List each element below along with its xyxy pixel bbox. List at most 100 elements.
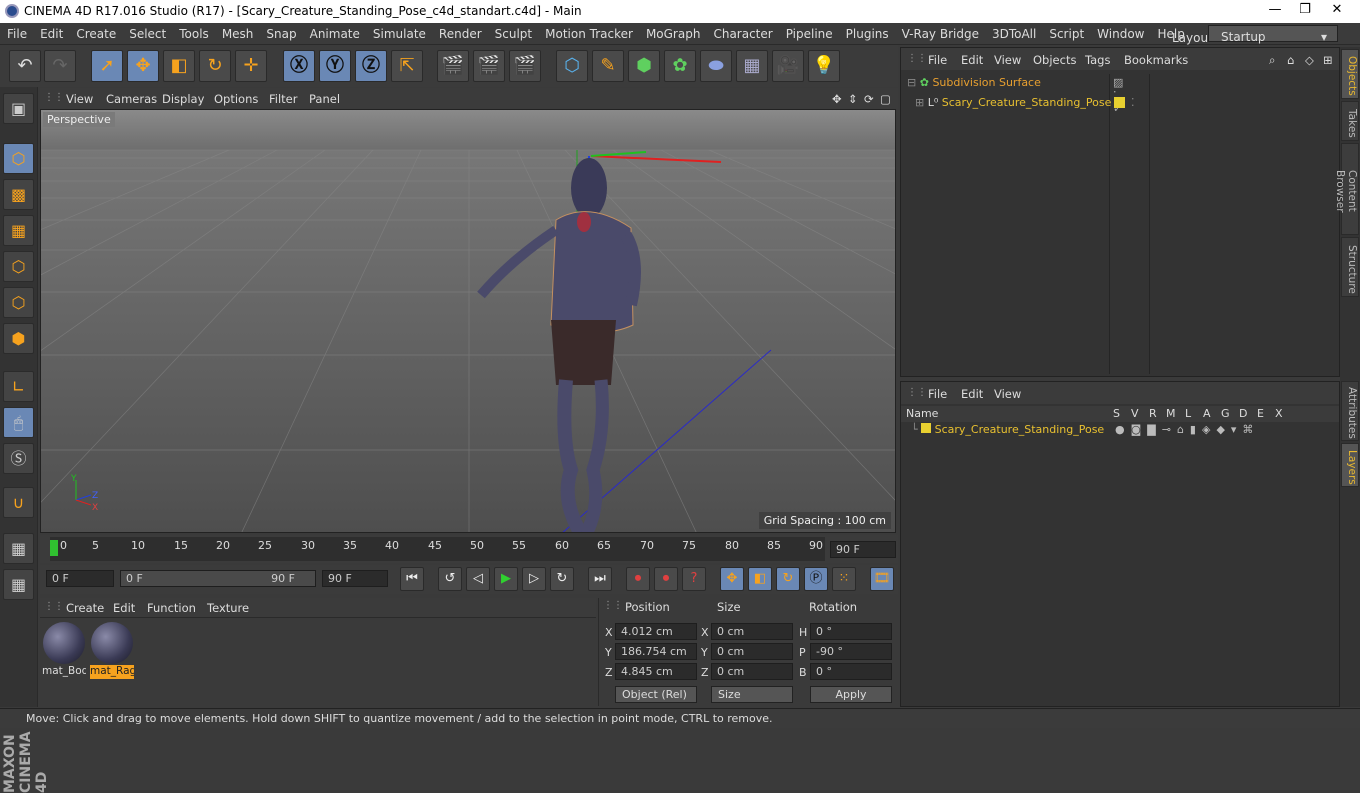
apply-button[interactable]: Apply bbox=[810, 686, 892, 703]
size-y-field[interactable]: 0 cm bbox=[711, 643, 793, 660]
play-icon[interactable]: ▶ bbox=[494, 567, 518, 591]
next-key-icon[interactable]: ↻ bbox=[550, 567, 574, 591]
visibility-dots[interactable]: ⁚ bbox=[1131, 96, 1135, 109]
key-rotation-icon[interactable]: ↻ bbox=[776, 567, 800, 591]
light-icon[interactable]: 💡 bbox=[808, 50, 840, 82]
menu-tools[interactable]: Tools bbox=[172, 23, 215, 41]
next-frame-icon[interactable]: ▷ bbox=[522, 567, 546, 591]
timeline-window-icon[interactable]: 🎞 bbox=[870, 567, 894, 591]
x-axis-icon[interactable]: Ⓧ bbox=[283, 50, 315, 82]
search-icon[interactable]: ⌕ bbox=[1269, 53, 1275, 68]
object-menu-view[interactable]: View bbox=[994, 53, 1021, 67]
pen-icon[interactable]: ✎ bbox=[592, 50, 624, 82]
coordinate-system-icon[interactable]: ⇱ bbox=[391, 50, 423, 82]
material-menu-edit[interactable]: Edit bbox=[113, 601, 135, 615]
expand-icon[interactable]: ⊞ bbox=[915, 96, 924, 109]
viewport-toggle-icon[interactable]: ▢ bbox=[880, 92, 891, 106]
filter-icon[interactable]: ◇ bbox=[1305, 53, 1314, 67]
tab-takes[interactable]: Takes bbox=[1341, 101, 1359, 141]
workplane-icon[interactable]: ▦ bbox=[3, 215, 34, 246]
edges-mode-icon[interactable]: ⬡ bbox=[3, 287, 34, 318]
y-axis-icon[interactable]: Ⓨ bbox=[319, 50, 351, 82]
subdivision-icon[interactable]: ⬢ bbox=[628, 50, 660, 82]
floor-icon[interactable]: ▦ bbox=[736, 50, 768, 82]
timeline-ruler[interactable]: 0 5 10 15 20 25 30 35 40 45 50 55 60 65 … bbox=[50, 537, 825, 561]
viewport-menu-panel[interactable]: Panel bbox=[309, 92, 340, 106]
menu-vray-bridge[interactable]: V-Ray Bridge bbox=[895, 23, 985, 41]
material-item[interactable]: mat_Bod bbox=[42, 621, 86, 677]
menu-file[interactable]: File bbox=[0, 23, 33, 41]
key-parameter-icon[interactable]: Ⓟ bbox=[804, 567, 828, 591]
tab-objects[interactable]: Objects bbox=[1341, 49, 1359, 99]
viewport-menu-cameras[interactable]: Cameras bbox=[106, 92, 157, 106]
material-item[interactable]: mat_Rag bbox=[90, 621, 134, 679]
rotation-b-field[interactable]: 0 ° bbox=[810, 663, 892, 680]
visibility-toggle[interactable]: ▨ ⁚✓ bbox=[1113, 76, 1123, 115]
snap-icon[interactable]: Ⓢ bbox=[3, 443, 34, 474]
record-icon[interactable]: ⏺ bbox=[626, 567, 650, 591]
material-menu-create[interactable]: Create bbox=[66, 601, 104, 615]
start-frame-field[interactable]: 0 F bbox=[46, 570, 114, 587]
viewport-rotate-icon[interactable]: ⟳ bbox=[864, 92, 874, 106]
layer-menu-view[interactable]: View bbox=[994, 387, 1021, 401]
perspective-viewport[interactable]: Y Z X Perspective Grid Spacing : 100 cm bbox=[40, 109, 896, 533]
prev-key-icon[interactable]: ↺ bbox=[438, 567, 462, 591]
go-to-start-icon[interactable]: ⏮ bbox=[400, 567, 424, 591]
recent-tool-icon[interactable]: ✛ bbox=[235, 50, 267, 82]
menu-mograph[interactable]: MoGraph bbox=[639, 23, 707, 41]
viewport-menu-view[interactable]: View bbox=[66, 92, 93, 106]
menu-edit[interactable]: Edit bbox=[33, 23, 69, 41]
deformer-icon[interactable]: ⬬ bbox=[700, 50, 732, 82]
camera-icon[interactable]: 🎥 bbox=[772, 50, 804, 82]
playhead[interactable] bbox=[50, 540, 58, 556]
object-menu-tags[interactable]: Tags bbox=[1085, 53, 1110, 67]
autokey-icon[interactable]: ⏺ bbox=[654, 567, 678, 591]
menu-select[interactable]: Select bbox=[122, 23, 172, 41]
rotation-p-field[interactable]: -90 ° bbox=[810, 643, 892, 660]
menu-snap[interactable]: Snap bbox=[259, 23, 302, 41]
scale-icon[interactable]: ◧ bbox=[163, 50, 195, 82]
collapse-icon[interactable]: ⊟ bbox=[907, 76, 916, 89]
viewport-menu-filter[interactable]: Filter bbox=[269, 92, 297, 106]
coordinate-mode-dropdown[interactable]: Object (Rel) bbox=[615, 686, 697, 703]
close-button[interactable]: ✕ bbox=[1322, 2, 1352, 20]
model-mode-icon[interactable]: ⬡ bbox=[3, 143, 34, 174]
render-view-icon[interactable]: 🎬 bbox=[437, 50, 469, 82]
object-menu-file[interactable]: File bbox=[928, 53, 947, 67]
planar-workplane-icon[interactable]: ▦ bbox=[3, 569, 34, 600]
current-frame-field[interactable]: 90 F bbox=[830, 541, 896, 558]
go-to-end-icon[interactable]: ⏭ bbox=[588, 567, 612, 591]
cube-icon[interactable]: ⬡ bbox=[556, 50, 588, 82]
layer-toggle-icons[interactable]: ●◙▇⊸⌂▮◈◆▾⌘ bbox=[1115, 423, 1259, 436]
layer-menu-edit[interactable]: Edit bbox=[961, 387, 983, 401]
menu-plugins[interactable]: Plugins bbox=[839, 23, 895, 41]
viewport-move-icon[interactable]: ✥ bbox=[832, 92, 842, 106]
texture-mode-icon[interactable]: ▩ bbox=[3, 179, 34, 210]
new-window-icon[interactable]: ⊞ bbox=[1323, 53, 1333, 67]
object-menu-bookmarks[interactable]: Bookmarks bbox=[1124, 53, 1188, 67]
frame-range-slider[interactable]: 0 F 90 F bbox=[120, 570, 316, 587]
size-mode-dropdown[interactable]: Size bbox=[711, 686, 793, 703]
redo-icon[interactable]: ↷ bbox=[44, 50, 76, 82]
position-x-field[interactable]: 4.012 cm bbox=[615, 623, 697, 640]
material-menu-texture[interactable]: Texture bbox=[207, 601, 249, 615]
move-icon[interactable]: ✥ bbox=[127, 50, 159, 82]
workplane-lock-icon[interactable]: ▦ bbox=[3, 533, 34, 564]
object-row-subdivision[interactable]: ⊟ ✿ Subdivision Surface ▨ ⁚✓ bbox=[907, 76, 1123, 115]
viewport-menu-display[interactable]: Display bbox=[162, 92, 204, 106]
object-menu-objects[interactable]: Objects bbox=[1033, 53, 1076, 67]
material-menu-function[interactable]: Function bbox=[147, 601, 196, 615]
menu-animate[interactable]: Animate bbox=[303, 23, 366, 41]
tab-structure[interactable]: Structure bbox=[1341, 237, 1359, 297]
layer-row[interactable]: └ Scary_Creature_Standing_Pose ●◙▇⊸⌂▮◈◆▾… bbox=[911, 423, 1339, 441]
menu-mesh[interactable]: Mesh bbox=[215, 23, 260, 41]
layer-menu-file[interactable]: File bbox=[928, 387, 947, 401]
size-x-field[interactable]: 0 cm bbox=[711, 623, 793, 640]
menu-pipeline[interactable]: Pipeline bbox=[779, 23, 839, 41]
z-axis-icon[interactable]: Ⓩ bbox=[355, 50, 387, 82]
menu-create[interactable]: Create bbox=[69, 23, 122, 41]
menu-script[interactable]: Script bbox=[1042, 23, 1090, 41]
tab-attributes[interactable]: Attributes bbox=[1341, 381, 1359, 441]
tweak-mode-icon[interactable]: 🖱 bbox=[3, 407, 34, 438]
rotate-icon[interactable]: ↻ bbox=[199, 50, 231, 82]
